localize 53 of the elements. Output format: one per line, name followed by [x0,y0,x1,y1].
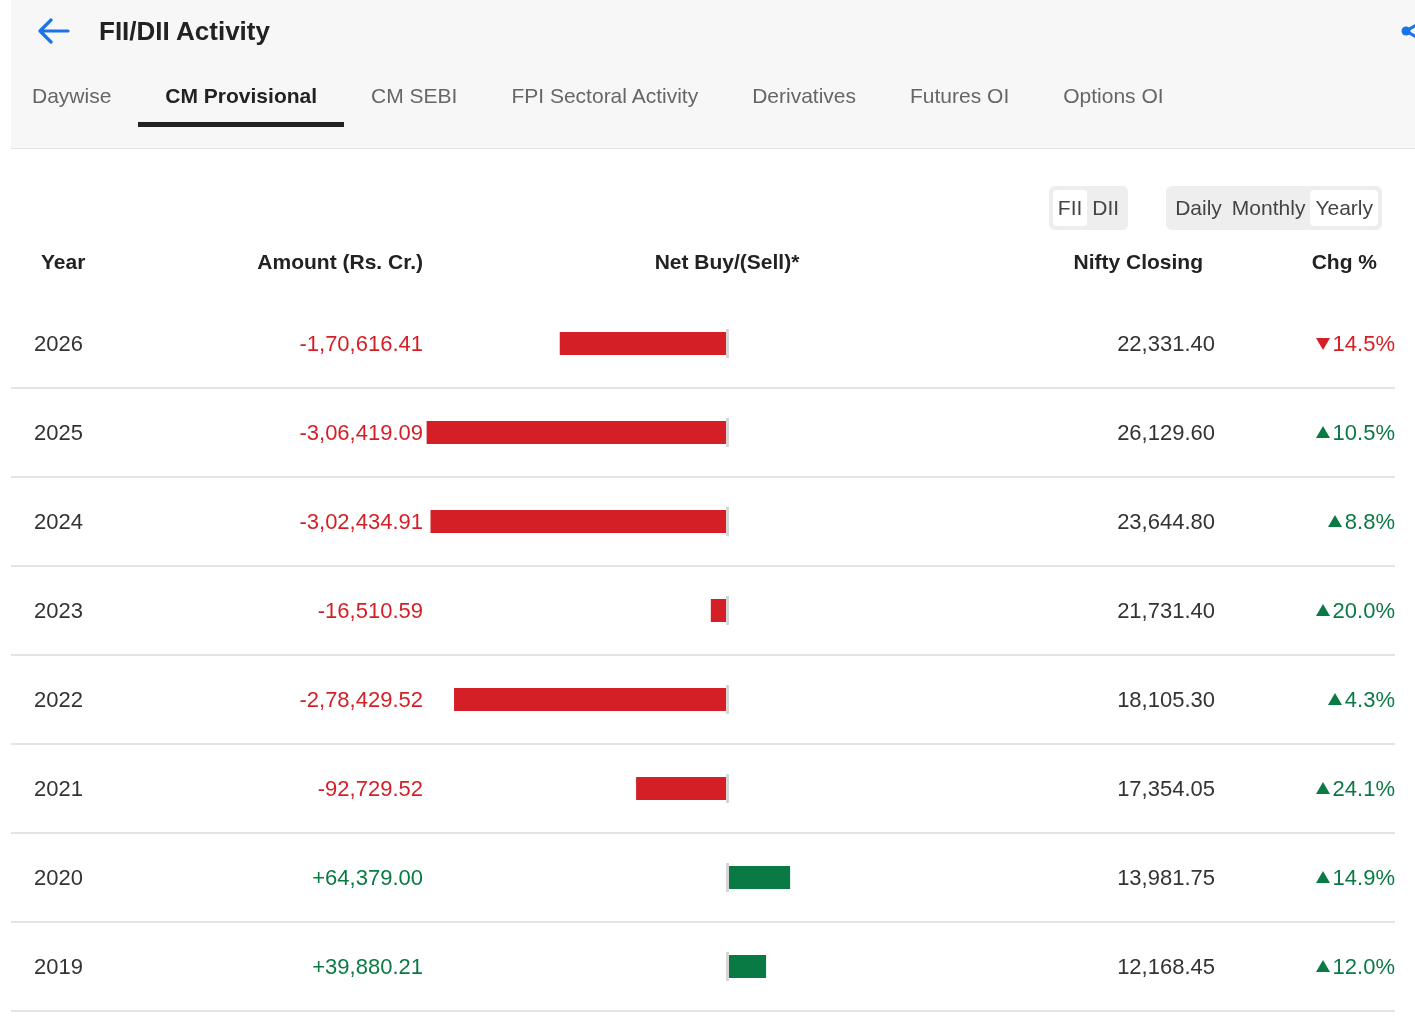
toggle-option[interactable]: Monthly [1226,190,1311,226]
tab[interactable]: Options OI [1036,76,1191,127]
change-cell: 24.1% [1332,775,1395,802]
year-cell: 2022 [34,686,83,713]
year-cell: 2026 [34,330,83,357]
column-header: Year [40,250,87,274]
year-cell: 2021 [34,775,83,802]
back-arrow-icon[interactable] [37,18,71,44]
tab[interactable]: FPI Sectoral Activity [484,76,726,127]
nifty-cell: 23,644.80 [1117,508,1215,535]
column-header: Nifty Closing [1072,250,1204,274]
nifty-cell: 13,981.75 [1117,864,1215,891]
buy-bar [727,866,791,889]
change-cell: 8.8% [1344,508,1395,535]
toggle-option[interactable]: DII [1087,190,1125,226]
tab[interactable]: CM SEBI [344,76,485,127]
change-cell: 4.3% [1344,686,1395,713]
tab[interactable]: Derivatives [725,76,884,127]
year-cell: 2019 [34,953,83,980]
nifty-cell: 26,129.60 [1117,419,1215,446]
change-cell: 12.0% [1332,953,1395,980]
change-cell: 10.5% [1332,419,1395,446]
change-cell: 14.5% [1332,330,1395,357]
column-header: Chg % [1310,250,1378,274]
tab[interactable]: CM Provisional [138,76,345,127]
column-header: Amount (Rs. Cr.) [256,250,423,274]
year-cell: 2024 [34,508,83,535]
nifty-cell: 18,105.30 [1117,686,1215,713]
nifty-cell: 17,354.05 [1117,775,1215,802]
amount-cell: -2,78,429.52 [299,686,423,713]
nifty-cell: 12,168.45 [1117,953,1215,980]
toggle-option[interactable]: Daily [1170,190,1227,226]
tab[interactable]: Daywise [11,76,139,127]
amount-cell: +64,379.00 [312,864,423,891]
column-header: Net Buy/(Sell)* [653,250,801,274]
year-cell: 2025 [34,419,83,446]
toggle-option[interactable]: Yearly [1310,190,1378,226]
amount-cell: -3,02,434.91 [299,508,423,535]
amount-cell: +39,880.21 [312,953,423,980]
amount-cell: -92,729.52 [317,775,423,802]
toggle-option[interactable]: FII [1052,190,1088,226]
nifty-cell: 21,731.40 [1117,597,1215,624]
change-cell: 14.9% [1332,864,1395,891]
year-cell: 2020 [34,864,83,891]
amount-cell: -1,70,616.41 [299,330,423,357]
year-cell: 2023 [34,597,83,624]
amount-cell: -3,06,419.09 [299,419,423,446]
tab[interactable]: Futures OI [883,76,1037,127]
change-cell: 20.0% [1332,597,1395,624]
buy-bar [727,955,767,978]
page-title: FII/DII Activity [99,15,270,47]
nifty-cell: 22,331.40 [1117,330,1215,357]
amount-cell: -16,510.59 [317,597,423,624]
